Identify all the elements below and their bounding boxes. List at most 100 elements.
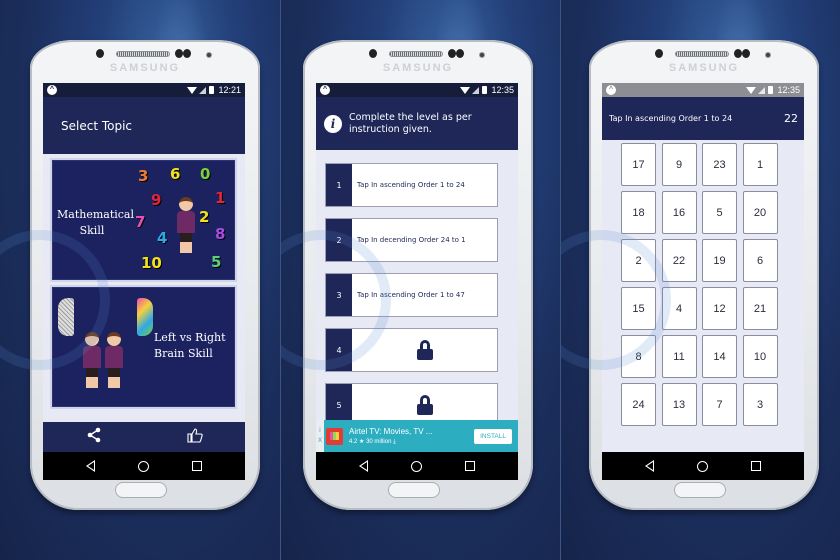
- number-graphic: 8: [215, 225, 226, 243]
- status-bar: ^ 12:35: [316, 83, 518, 97]
- battery-icon: [209, 86, 215, 94]
- level-number: 4: [326, 329, 352, 371]
- number-tile[interactable]: 11: [661, 335, 697, 378]
- number-tile[interactable]: 2: [621, 239, 656, 282]
- wifi-icon: [460, 86, 471, 94]
- number-tile[interactable]: 5: [702, 191, 737, 234]
- panel-select-topic: SAMSUNG ^ 12:21 Select Topic Mathematica…: [0, 0, 280, 560]
- number-tile[interactable]: 19: [702, 239, 737, 282]
- number-tile[interactable]: 21: [742, 287, 778, 330]
- app-notification-icon: ^: [47, 85, 57, 95]
- info-icon: i: [324, 114, 342, 133]
- number-tile[interactable]: 23: [702, 143, 737, 186]
- level-number: 1: [326, 164, 352, 206]
- ad-meta: Airtel TV: Movies, TV ... 4.2 ★ 30 milli…: [349, 427, 474, 446]
- home-button[interactable]: [410, 460, 422, 472]
- home-button[interactable]: [137, 460, 149, 472]
- back-button[interactable]: [359, 460, 369, 472]
- app-notification-icon: ^: [320, 85, 330, 95]
- brand-logo: SAMSUNG: [109, 62, 181, 74]
- level-item[interactable]: 1 Tap In ascending Order 1 to 24: [325, 163, 498, 207]
- front-sensor: [96, 49, 104, 58]
- physical-home-button[interactable]: [388, 482, 440, 498]
- instruction-header: i Complete the level as per instruction …: [316, 97, 518, 150]
- topic-card-mathematical-skill[interactable]: Mathematical Skill 3 6 0 1 9 2 7 8 4 10 …: [52, 160, 235, 280]
- app-notification-icon: ^: [606, 85, 616, 95]
- number-graphic: 0: [200, 165, 211, 183]
- install-button[interactable]: INSTALL: [474, 428, 512, 444]
- page-title: Select Topic: [43, 97, 245, 154]
- number-tile[interactable]: 18: [621, 191, 656, 234]
- topic-card-brain-skill[interactable]: Left vs Right Brain Skill: [52, 287, 235, 407]
- number-tile[interactable]: 4: [661, 287, 697, 330]
- number-graphic: 5: [211, 253, 222, 271]
- number-tile[interactable]: 9: [661, 143, 697, 186]
- like-button[interactable]: [186, 427, 203, 447]
- sensor: [456, 49, 464, 58]
- ad-close-icon[interactable]: X: [318, 436, 322, 446]
- share-button[interactable]: [86, 427, 102, 447]
- number-tile[interactable]: 17: [621, 143, 656, 186]
- brand-logo: SAMSUNG: [382, 62, 454, 74]
- status-time: 12:35: [777, 85, 800, 95]
- number-tile[interactable]: 7: [702, 383, 737, 426]
- physical-home-button[interactable]: [674, 482, 726, 498]
- signal-icon: [199, 86, 207, 94]
- android-nav-bar: [43, 452, 245, 480]
- number-tile[interactable]: 8: [621, 335, 656, 378]
- right-brain-illustration: [137, 298, 153, 336]
- front-camera: [765, 52, 771, 58]
- ad-controls: i X: [316, 420, 324, 452]
- recents-button[interactable]: [750, 461, 761, 471]
- status-bar: ^ 12:21: [43, 83, 245, 97]
- signal-icon: [472, 86, 480, 94]
- number-tile[interactable]: 10: [742, 335, 778, 378]
- number-tile[interactable]: 3: [742, 383, 778, 426]
- number-tile[interactable]: 1: [742, 143, 778, 186]
- home-button[interactable]: [696, 460, 708, 472]
- number-graphic: 2: [199, 208, 210, 226]
- phone-frame: SAMSUNG ^ 12:35 Tap In ascending Order 1…: [589, 40, 819, 510]
- phone-frame: SAMSUNG ^ 12:21 Select Topic Mathematica…: [30, 40, 260, 510]
- ad-stats: 4.2 ★ 30 million ⤓: [349, 438, 474, 446]
- number-tile[interactable]: 12: [702, 287, 737, 330]
- level-item[interactable]: 3 Tap In ascending Order 1 to 47: [325, 273, 498, 317]
- android-nav-bar: [602, 452, 804, 480]
- front-camera: [479, 52, 485, 58]
- game-instruction: Tap In ascending Order 1 to 24: [609, 114, 733, 123]
- back-button[interactable]: [645, 460, 655, 472]
- level-text: Tap In decending Order 24 to 1: [357, 236, 466, 244]
- number-graphic: 7: [135, 213, 146, 231]
- level-item[interactable]: 2 Tap In decending Order 24 to 1: [325, 218, 498, 262]
- instruction-text: Complete the level as per instruction gi…: [349, 111, 472, 135]
- topic-label-line: Mathematical: [57, 208, 134, 221]
- number-tile[interactable]: 6: [742, 239, 778, 282]
- number-tile[interactable]: 16: [661, 191, 697, 234]
- topic-label-line: Skill: [79, 224, 105, 237]
- number-tile[interactable]: 22: [661, 239, 697, 282]
- recents-button[interactable]: [464, 461, 475, 471]
- status-time: 12:35: [491, 85, 514, 95]
- topic-label-line: Brain Skill: [154, 347, 213, 360]
- level-text: Tap In ascending Order 1 to 47: [357, 291, 465, 299]
- recents-button[interactable]: [191, 461, 202, 471]
- level-number: 2: [326, 219, 352, 261]
- ad-banner[interactable]: i X Airtel TV: Movies, TV ... 4.2 ★ 30 m…: [316, 420, 518, 452]
- number-graphic: 6: [170, 165, 181, 183]
- number-tile[interactable]: 14: [702, 335, 737, 378]
- student-illustration: [83, 332, 101, 392]
- level-item-locked[interactable]: 4: [325, 328, 498, 372]
- remaining-counter: 22: [784, 112, 798, 125]
- number-tile[interactable]: 13: [661, 383, 697, 426]
- number-tile[interactable]: 15: [621, 287, 656, 330]
- number-tile[interactable]: 20: [742, 191, 778, 234]
- number-graphic: 3: [138, 167, 149, 185]
- teacher-illustration: [177, 197, 195, 257]
- back-button[interactable]: [86, 460, 96, 472]
- number-tile[interactable]: 24: [621, 383, 656, 426]
- left-brain-illustration: [58, 298, 74, 336]
- android-nav-bar: [316, 452, 518, 480]
- ad-info-icon[interactable]: i: [319, 426, 321, 436]
- physical-home-button[interactable]: [115, 482, 167, 498]
- share-icon: [87, 427, 100, 443]
